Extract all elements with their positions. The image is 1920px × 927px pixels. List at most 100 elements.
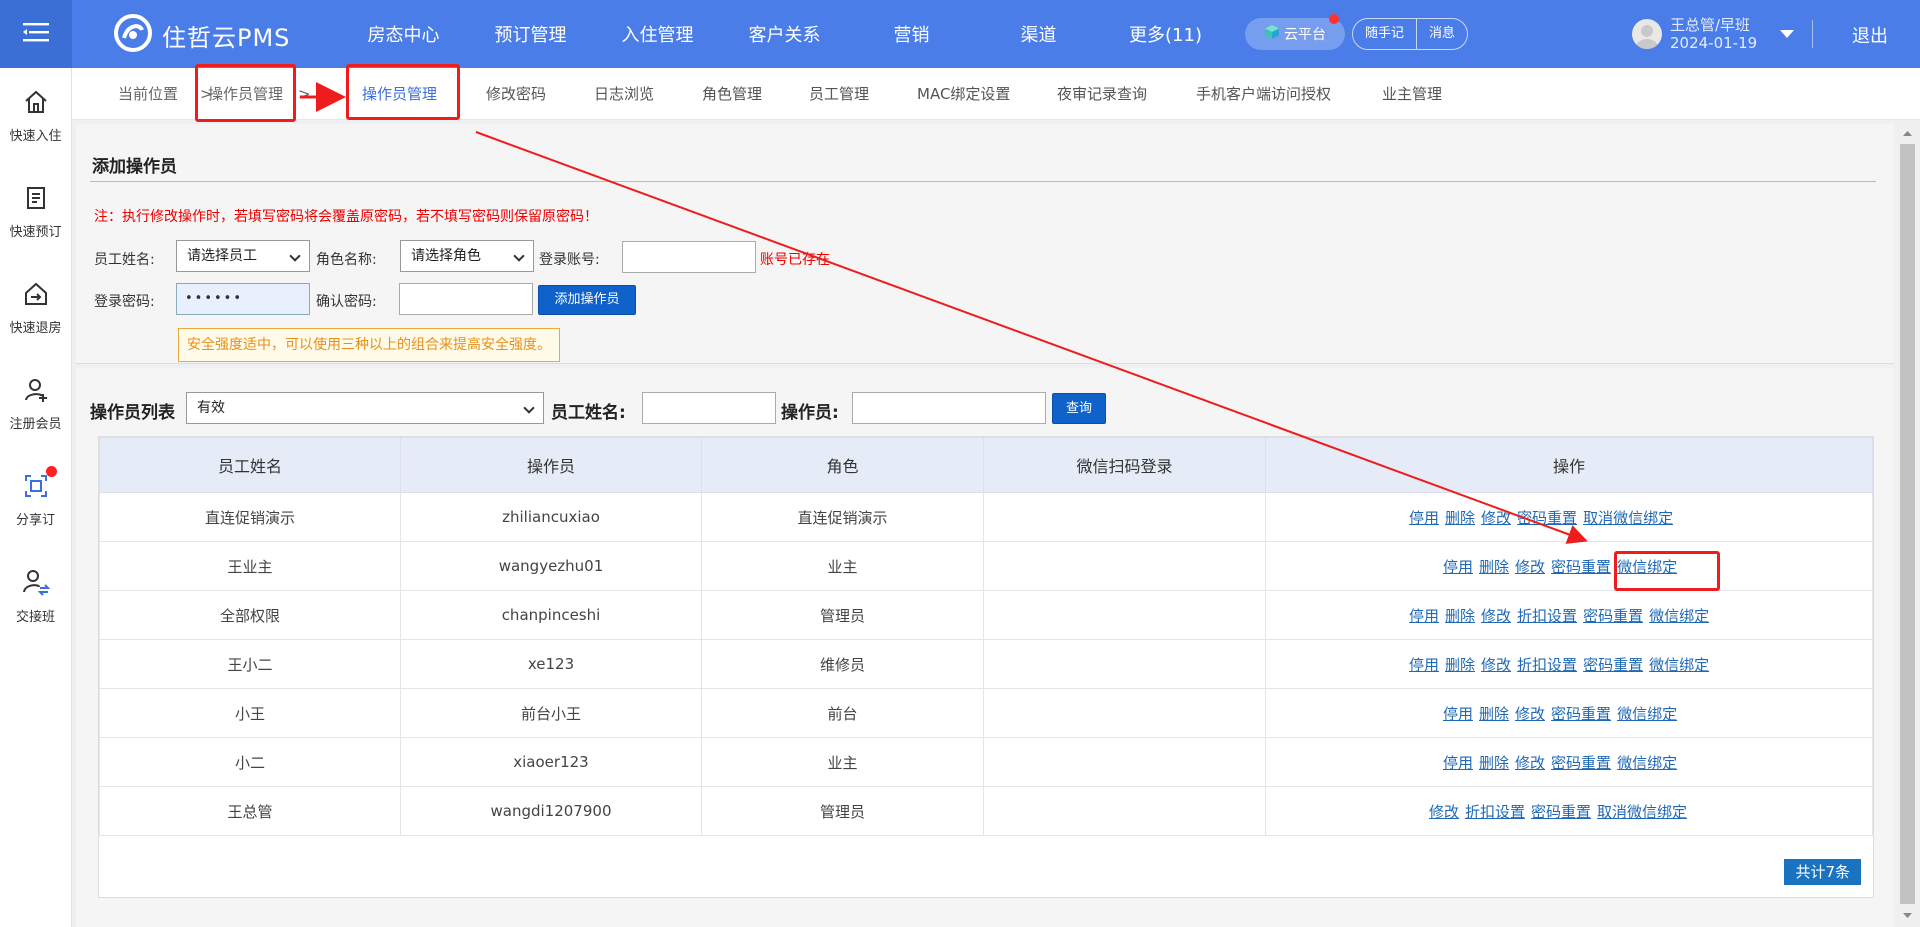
- discount-settings-link[interactable]: 折扣设置: [1517, 607, 1577, 625]
- tab-change-password[interactable]: 修改密码: [486, 68, 546, 120]
- operator-filter-label: 操作员:: [781, 403, 839, 423]
- cell-role: 直连促销演示: [701, 492, 984, 542]
- tab-mac-binding[interactable]: MAC绑定设置: [917, 68, 1010, 120]
- edit-link[interactable]: 修改: [1429, 803, 1459, 821]
- sidebar-item-quick-checkin[interactable]: 快速入住: [0, 68, 71, 164]
- account-input[interactable]: [622, 241, 756, 273]
- reset-password-link[interactable]: 密码重置: [1551, 558, 1611, 576]
- confirm-password-input[interactable]: [399, 283, 533, 315]
- reset-password-link[interactable]: 密码重置: [1531, 803, 1591, 821]
- reset-password-link[interactable]: 密码重置: [1583, 607, 1643, 625]
- unbind-wechat-link[interactable]: 取消微信绑定: [1597, 803, 1687, 821]
- cell-actions: 停用 删除 修改 密码重置 取消微信绑定: [1265, 492, 1873, 542]
- edit-link[interactable]: 修改: [1481, 607, 1511, 625]
- unbind-wechat-link[interactable]: 取消微信绑定: [1583, 509, 1673, 527]
- status-select[interactable]: 有效: [186, 392, 544, 424]
- edit-link[interactable]: 修改: [1515, 558, 1545, 576]
- employee-filter-input[interactable]: [642, 392, 776, 424]
- delete-link[interactable]: 删除: [1445, 607, 1475, 625]
- disable-link[interactable]: 停用: [1409, 509, 1439, 527]
- nav-customer[interactable]: 客户关系: [721, 21, 848, 47]
- operator-table: 员工姓名 操作员 角色 微信扫码登录 操作 直连促销演示 zhiliancuxi…: [98, 436, 1874, 898]
- delete-link[interactable]: 删除: [1445, 656, 1475, 674]
- nav-checkin[interactable]: 入住管理: [594, 21, 721, 47]
- delete-link[interactable]: 删除: [1479, 705, 1509, 723]
- table-row: 小二 xiaoer123 业主 停用 删除 修改 密码重置 微信绑定: [99, 737, 1873, 787]
- tab-mobile-access[interactable]: 手机客户端访问授权: [1196, 68, 1331, 120]
- app-logo[interactable]: 住哲云PMS: [114, 14, 290, 56]
- sidebar-item-label: 快速入住: [9, 128, 62, 144]
- disable-link[interactable]: 停用: [1443, 754, 1473, 772]
- tab-operator-management[interactable]: 操作员管理: [362, 68, 438, 120]
- nav-marketing[interactable]: 营销: [848, 21, 975, 47]
- column-header-wechat-login[interactable]: 微信扫码登录: [983, 437, 1266, 493]
- tab-owner-management[interactable]: 业主管理: [1382, 68, 1442, 120]
- add-operator-button[interactable]: 添加操作员: [538, 285, 636, 315]
- user-menu[interactable]: 王总管/早班 2024-01-19: [1632, 16, 1757, 52]
- edit-link[interactable]: 修改: [1481, 656, 1511, 674]
- breadcrumb-parent[interactable]: 操作员管理: [208, 68, 283, 120]
- delete-link[interactable]: 删除: [1479, 558, 1509, 576]
- nav-room-status[interactable]: 房态中心: [340, 21, 467, 47]
- discount-settings-link[interactable]: 折扣设置: [1465, 803, 1525, 821]
- employee-select[interactable]: 请选择员工: [176, 240, 310, 272]
- password-input[interactable]: ••••••: [176, 283, 310, 315]
- bind-wechat-link[interactable]: 微信绑定: [1617, 558, 1677, 576]
- cell-employee: 王业主: [99, 541, 401, 591]
- edit-link[interactable]: 修改: [1481, 509, 1511, 527]
- tab-log-browse[interactable]: 日志浏览: [594, 68, 654, 120]
- nav-more[interactable]: 更多(11): [1102, 21, 1229, 47]
- table-row: 小王 前台小王 前台 停用 删除 修改 密码重置 微信绑定: [99, 688, 1873, 738]
- reset-password-link[interactable]: 密码重置: [1583, 656, 1643, 674]
- column-header-employee[interactable]: 员工姓名: [99, 437, 401, 493]
- sidebar-item-share-order[interactable]: 分享订: [0, 452, 71, 548]
- chevron-down-icon[interactable]: [1780, 30, 1794, 38]
- sidebar-item-label: 注册会员: [9, 416, 62, 432]
- operator-filter-input[interactable]: [852, 392, 1046, 424]
- delete-link[interactable]: 删除: [1445, 509, 1475, 527]
- quick-note-button[interactable]: 随手记: [1353, 19, 1416, 49]
- shift-handover-icon: [22, 568, 50, 600]
- nav-reservation[interactable]: 预订管理: [467, 21, 594, 47]
- tab-employee-management[interactable]: 员工管理: [809, 68, 869, 120]
- bind-wechat-link[interactable]: 微信绑定: [1617, 754, 1677, 772]
- sidebar-item-quick-checkout[interactable]: 快速退房: [0, 260, 71, 356]
- delete-link[interactable]: 删除: [1479, 754, 1509, 772]
- reset-password-link[interactable]: 密码重置: [1551, 754, 1611, 772]
- disable-link[interactable]: 停用: [1443, 558, 1473, 576]
- operator-table-grid: 员工姓名 操作员 角色 微信扫码登录 操作 直连促销演示 zhiliancuxi…: [99, 437, 1873, 836]
- sidebar-item-quick-booking[interactable]: 快速预订: [0, 164, 71, 260]
- reset-password-link[interactable]: 密码重置: [1517, 509, 1577, 527]
- logout-button[interactable]: 退出: [1852, 22, 1888, 48]
- add-member-icon: [23, 377, 49, 407]
- column-header-operator[interactable]: 操作员: [400, 437, 702, 493]
- scrollbar[interactable]: [1897, 122, 1918, 927]
- bind-wechat-link[interactable]: 微信绑定: [1649, 656, 1709, 674]
- list-title: 操作员列表: [90, 403, 175, 423]
- bind-wechat-link[interactable]: 微信绑定: [1649, 607, 1709, 625]
- tab-night-audit[interactable]: 夜审记录查询: [1057, 68, 1147, 120]
- disable-link[interactable]: 停用: [1443, 705, 1473, 723]
- cell-employee: 小二: [99, 737, 401, 787]
- column-header-role[interactable]: 角色: [701, 437, 984, 493]
- notification-dot: [46, 466, 57, 477]
- nav-channel[interactable]: 渠道: [975, 21, 1102, 47]
- cell-wechat: [983, 590, 1266, 640]
- bind-wechat-link[interactable]: 微信绑定: [1617, 705, 1677, 723]
- total-count-badge: 共计7条: [1784, 859, 1861, 885]
- disable-link[interactable]: 停用: [1409, 656, 1439, 674]
- disable-link[interactable]: 停用: [1409, 607, 1439, 625]
- scrollbar-thumb[interactable]: [1900, 144, 1915, 904]
- reset-password-link[interactable]: 密码重置: [1551, 705, 1611, 723]
- edit-link[interactable]: 修改: [1515, 754, 1545, 772]
- cell-employee: 小王: [99, 688, 401, 738]
- tab-role-management[interactable]: 角色管理: [702, 68, 762, 120]
- sidebar-item-shift-handover[interactable]: 交接班: [0, 548, 71, 644]
- role-select[interactable]: 请选择角色: [400, 240, 534, 272]
- sidebar-item-register-member[interactable]: 注册会员: [0, 356, 71, 452]
- message-button[interactable]: 消息: [1416, 19, 1467, 49]
- discount-settings-link[interactable]: 折扣设置: [1517, 656, 1577, 674]
- query-button[interactable]: 查询: [1052, 393, 1106, 424]
- edit-link[interactable]: 修改: [1515, 705, 1545, 723]
- menu-toggle-button[interactable]: [0, 0, 72, 68]
